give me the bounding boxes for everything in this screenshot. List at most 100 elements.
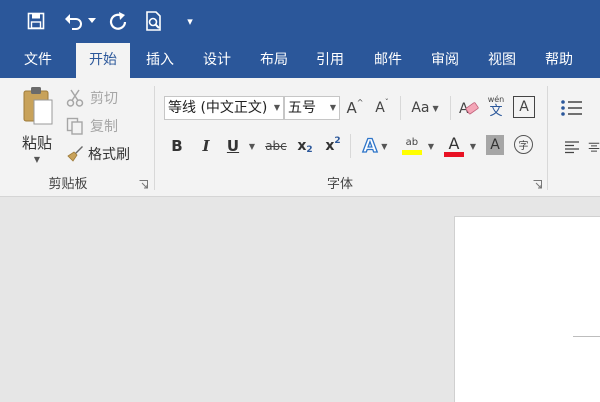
chevron-down-icon: ▼ <box>381 141 388 151</box>
save-icon <box>27 12 45 30</box>
font-color-button[interactable]: A ▼ <box>440 132 480 160</box>
tab-layout[interactable]: 布局 <box>250 43 298 78</box>
paste-button[interactable]: 粘贴 ▼ <box>14 86 60 168</box>
font-size-value: 五号 <box>288 100 316 116</box>
paste-icon <box>23 87 53 125</box>
redo-icon <box>109 12 127 30</box>
cut-button[interactable]: 剪切 <box>66 87 130 109</box>
clear-formatting-icon: A <box>459 101 479 117</box>
tab-design[interactable]: 设计 <box>192 43 242 78</box>
font-dialog-launcher-icon[interactable] <box>533 180 542 189</box>
print-preview-button[interactable] <box>142 8 166 34</box>
clipboard-group-label: 剪贴板 <box>48 177 88 192</box>
subscript-glyph: x <box>297 138 307 154</box>
underline-glyph: U <box>226 137 240 155</box>
tab-insert[interactable]: 插入 <box>136 43 184 78</box>
chevron-down-icon <box>88 18 96 23</box>
highlight-glyph: ab <box>405 137 419 148</box>
character-border-button[interactable]: A <box>513 96 535 118</box>
subscript-mark: 2 <box>306 145 313 155</box>
phonetic-guide-bottom: 文 <box>489 104 503 119</box>
caret-down-icon: ˇ <box>384 98 389 107</box>
print-preview-icon <box>146 11 161 31</box>
align-left-button[interactable] <box>562 136 582 158</box>
change-case-button[interactable]: Aa ▼ <box>408 96 442 120</box>
font-name-combo[interactable]: 等线 (中文正文) ▼ <box>164 96 284 120</box>
tab-review[interactable]: 审阅 <box>420 43 470 78</box>
font-name-value: 等线 (中文正文) <box>168 100 268 116</box>
character-shading-button[interactable]: A <box>486 135 504 155</box>
ribbon-tabs: 文件 开始 插入 设计 布局 引用 邮件 审阅 视图 帮助 <box>0 43 600 78</box>
character-border-glyph: A <box>519 99 529 115</box>
font-group-label: 字体 <box>326 177 353 192</box>
underline-dropdown-button[interactable]: ▼ <box>246 134 258 158</box>
undo-button[interactable] <box>62 8 86 34</box>
copy-button[interactable]: 复制 <box>66 115 130 137</box>
undo-dropdown-button[interactable] <box>86 8 98 34</box>
undo-icon <box>65 14 82 30</box>
format-painter-icon <box>67 146 83 162</box>
bullets-button[interactable] <box>560 96 600 120</box>
group-separator <box>547 86 548 190</box>
align-center-icon <box>588 142 600 152</box>
text-effects-button[interactable]: A ▼ <box>356 134 394 158</box>
character-shading-glyph: A <box>490 137 500 153</box>
separator <box>350 134 351 158</box>
chevron-down-icon: ▼ <box>427 141 435 151</box>
strikethrough-button[interactable]: abc <box>262 134 290 158</box>
scissors-icon <box>66 89 84 107</box>
font-color-bar <box>443 152 464 157</box>
bold-button[interactable]: B <box>166 134 188 158</box>
text-highlight-button[interactable]: ab ▼ <box>398 132 438 160</box>
tab-view[interactable]: 视图 <box>478 43 526 78</box>
customize-qat-glyph: ▾ <box>187 14 193 28</box>
save-button[interactable] <box>24 8 48 34</box>
text-effects-glyph: A <box>362 134 378 157</box>
format-painter-label: 格式刷 <box>88 147 130 163</box>
chevron-down-icon: ▼ <box>432 103 439 113</box>
redo-button[interactable] <box>106 8 130 34</box>
clear-formatting-button[interactable]: A <box>458 96 480 120</box>
tab-home[interactable]: 开始 <box>76 43 130 78</box>
phonetic-guide-top: wén <box>487 95 505 104</box>
underline-button[interactable]: U <box>222 134 244 158</box>
paste-dropdown-icon[interactable]: ▼ <box>34 155 40 164</box>
tab-file[interactable]: 文件 <box>12 43 64 78</box>
format-painter-button[interactable]: 格式刷 <box>66 143 142 165</box>
grow-font-glyph: A <box>346 99 357 117</box>
phonetic-guide-button[interactable]: wén 文 <box>484 92 508 122</box>
font-size-combo[interactable]: 五号 ▼ <box>284 96 340 120</box>
superscript-mark: 2 <box>334 136 341 146</box>
superscript-button[interactable]: x2 <box>322 134 344 158</box>
superscript-glyph: x <box>325 138 335 154</box>
cut-label: 剪切 <box>90 91 118 107</box>
separator <box>450 96 451 120</box>
grow-font-button[interactable]: A ^ <box>345 96 365 120</box>
copy-icon <box>66 117 83 135</box>
highlight-icon: ab <box>401 137 422 155</box>
change-case-glyph: Aa <box>411 100 430 116</box>
document-page[interactable] <box>454 216 600 402</box>
title-bar: ▾ <box>0 0 600 43</box>
chevron-down-icon: ▼ <box>273 103 280 112</box>
clipboard-dialog-launcher-icon[interactable] <box>139 180 148 189</box>
tab-mailings[interactable]: 邮件 <box>364 43 412 78</box>
caret-up-icon: ^ <box>356 98 364 107</box>
customize-qat-button[interactable]: ▾ <box>182 8 198 34</box>
tab-references[interactable]: 引用 <box>306 43 354 78</box>
paste-label: 粘贴 <box>21 134 52 152</box>
font-color-glyph: A <box>448 134 460 153</box>
copy-label: 复制 <box>90 119 118 135</box>
enclose-characters-button[interactable]: 字 <box>514 135 533 154</box>
subscript-button[interactable]: x2 <box>294 134 316 158</box>
italic-glyph: I <box>202 137 210 155</box>
ribbon-home: 粘贴 ▼ 剪切 复制 格式刷 剪贴板 等线 (中文正文) ▼ 五号 ▼ A ^ … <box>0 78 600 197</box>
bold-glyph: B <box>171 137 183 155</box>
align-center-button[interactable] <box>588 136 600 158</box>
chevron-down-icon: ▼ <box>248 141 256 151</box>
font-color-icon: A <box>443 134 464 157</box>
tab-help[interactable]: 帮助 <box>535 43 583 78</box>
italic-button[interactable]: I <box>195 134 217 158</box>
shrink-font-button[interactable]: Aˇ <box>372 96 392 120</box>
chevron-down-icon: ▼ <box>469 141 477 151</box>
